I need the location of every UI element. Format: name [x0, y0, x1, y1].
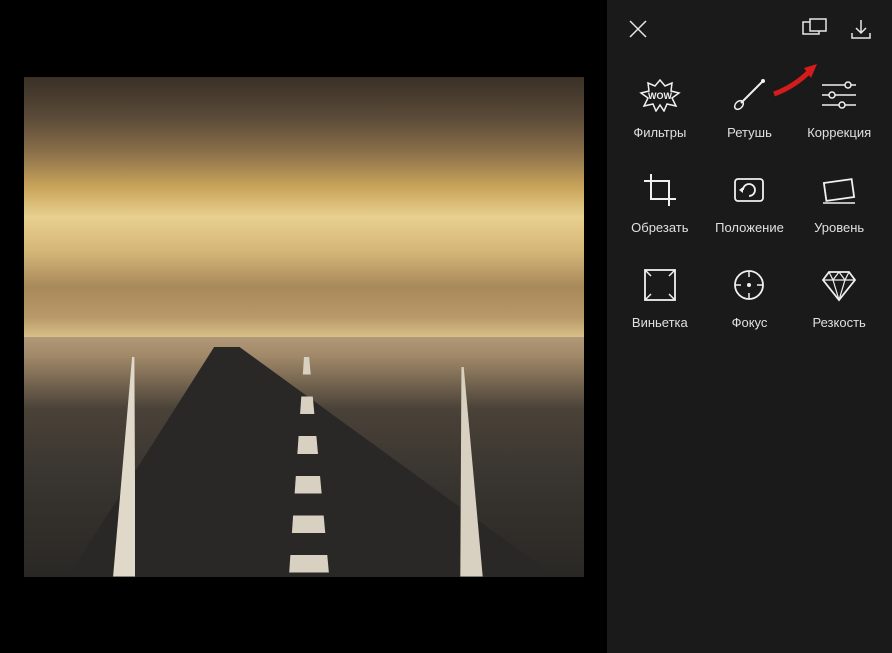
- diamond-icon: [817, 263, 861, 307]
- photo-preview[interactable]: [24, 77, 584, 577]
- tool-level[interactable]: Уровень: [798, 163, 880, 240]
- tool-retouch[interactable]: Ретушь: [709, 68, 791, 145]
- download-icon: [850, 18, 872, 40]
- editor-container: WOW Фильтры Ретушь: [0, 0, 892, 653]
- sidebar-header: [619, 15, 880, 43]
- vignette-icon: [638, 263, 682, 307]
- tool-label: Фокус: [732, 315, 768, 330]
- tool-position[interactable]: Положение: [709, 163, 791, 240]
- tool-crop[interactable]: Обрезать: [619, 163, 701, 240]
- close-icon: [627, 18, 649, 40]
- tool-correction[interactable]: Коррекция: [798, 68, 880, 145]
- wow-icon: WOW: [638, 73, 682, 117]
- tool-label: Виньетка: [632, 315, 688, 330]
- tool-label: Коррекция: [807, 125, 871, 140]
- tool-label: Обрезать: [631, 220, 688, 235]
- tool-label: Резкость: [813, 315, 866, 330]
- crop-icon: [638, 168, 682, 212]
- focus-icon: [727, 263, 771, 307]
- compare-button[interactable]: [801, 15, 829, 43]
- tool-label: Фильтры: [633, 125, 686, 140]
- canvas-area: [0, 0, 607, 653]
- tools-sidebar: WOW Фильтры Ретушь: [607, 0, 892, 653]
- tool-label: Уровень: [814, 220, 864, 235]
- tools-grid: WOW Фильтры Ретушь: [619, 68, 880, 335]
- tool-vignette[interactable]: Виньетка: [619, 258, 701, 335]
- tool-focus[interactable]: Фокус: [709, 258, 791, 335]
- sliders-icon: [817, 73, 861, 117]
- tool-filters[interactable]: WOW Фильтры: [619, 68, 701, 145]
- close-button[interactable]: [624, 15, 652, 43]
- svg-text:WOW: WOW: [648, 91, 672, 101]
- level-icon: [817, 168, 861, 212]
- tool-label: Положение: [715, 220, 784, 235]
- tool-label: Ретушь: [727, 125, 772, 140]
- rotate-icon: [727, 168, 771, 212]
- compare-icon: [802, 18, 828, 40]
- header-actions: [801, 15, 875, 43]
- tool-sharpness[interactable]: Резкость: [798, 258, 880, 335]
- download-button[interactable]: [847, 15, 875, 43]
- brush-icon: [727, 73, 771, 117]
